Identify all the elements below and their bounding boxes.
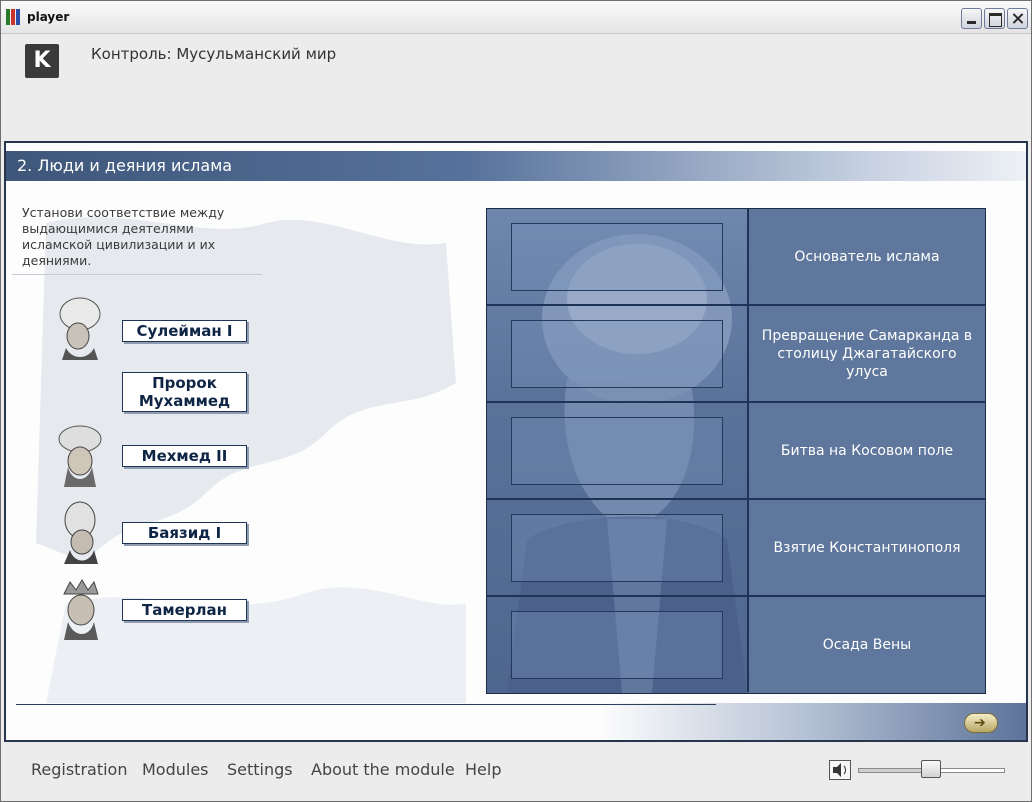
person-card-bayezid[interactable]: Баязид I: [122, 522, 247, 544]
footer-divider: [16, 704, 716, 705]
section-title: 2. Люди и деяния ислама: [17, 156, 233, 175]
section-bar: 2. Люди и деяния ислама: [6, 151, 1026, 181]
match-row-5: Осада Вены: [487, 597, 985, 694]
matching-board: Основатель ислама Превращение Самарканда…: [486, 208, 986, 694]
menu-modules[interactable]: Modules: [142, 760, 209, 779]
match-row-4: Взятие Константинополя: [487, 500, 985, 597]
deed-label-5: Осада Вены: [747, 597, 985, 692]
title-bar[interactable]: player: [1, 1, 1031, 34]
portrait-tamerlane: [52, 576, 108, 640]
portrait-bayezid: [52, 500, 108, 564]
match-row-1: Основатель ислама: [487, 209, 985, 306]
menu-registration[interactable]: Registration: [31, 760, 127, 779]
course-title: Контроль: Мусульманский мир: [91, 45, 337, 63]
deed-label-2: Превращение Самарканда в столицу Джагата…: [747, 306, 985, 401]
portrait-mehmed: [52, 423, 108, 487]
match-row-2: Превращение Самарканда в столицу Джагата…: [487, 306, 985, 403]
task-instructions: Установи соответствие между выдающимися …: [22, 205, 225, 268]
drop-slot-5[interactable]: [511, 611, 723, 679]
drop-slot-2[interactable]: [511, 320, 723, 388]
player-window: player K Контроль: Мусульманский мир 2. …: [0, 0, 1032, 802]
content-footer: [6, 703, 1026, 740]
maximize-button[interactable]: [984, 8, 1005, 29]
match-row-3: Битва на Косовом поле: [487, 403, 985, 500]
portrait-suleiman: [52, 296, 108, 360]
drop-slot-1[interactable]: [511, 223, 723, 291]
menu-help[interactable]: Help: [465, 760, 501, 779]
brand-logo: K: [25, 44, 59, 78]
speaker-icon[interactable]: [829, 760, 851, 780]
person-card-suleiman[interactable]: Сулейман I: [122, 320, 247, 342]
drop-slot-4[interactable]: [511, 514, 723, 582]
person-card-mehmed[interactable]: Мехмед II: [122, 445, 247, 467]
deed-label-3: Битва на Косовом поле: [747, 403, 985, 498]
window-title: player: [27, 10, 70, 24]
next-button[interactable]: ➔: [964, 713, 998, 733]
person-card-muhammad[interactable]: Пророк Мухаммед: [122, 372, 247, 412]
arrow-right-icon: ➔: [974, 715, 986, 731]
deed-label-4: Взятие Константинополя: [747, 500, 985, 595]
menu-about-module[interactable]: About the module: [311, 760, 455, 779]
instructions-divider: [12, 274, 262, 275]
bottom-menu-bar: Registration Modules Settings About the …: [1, 744, 1031, 801]
minimize-button[interactable]: [961, 8, 982, 29]
drop-slot-3[interactable]: [511, 417, 723, 485]
app-header: K Контроль: Мусульманский мир: [4, 34, 1028, 140]
person-card-tamerlane[interactable]: Тамерлан: [122, 599, 247, 621]
app-icon: [6, 9, 22, 25]
lesson-content: 2. Люди и деяния ислама Установи соответ…: [4, 141, 1028, 742]
volume-slider-thumb[interactable]: [921, 760, 941, 778]
deed-label-1: Основатель ислама: [747, 209, 985, 304]
menu-settings[interactable]: Settings: [227, 760, 293, 779]
close-button[interactable]: [1007, 8, 1028, 29]
